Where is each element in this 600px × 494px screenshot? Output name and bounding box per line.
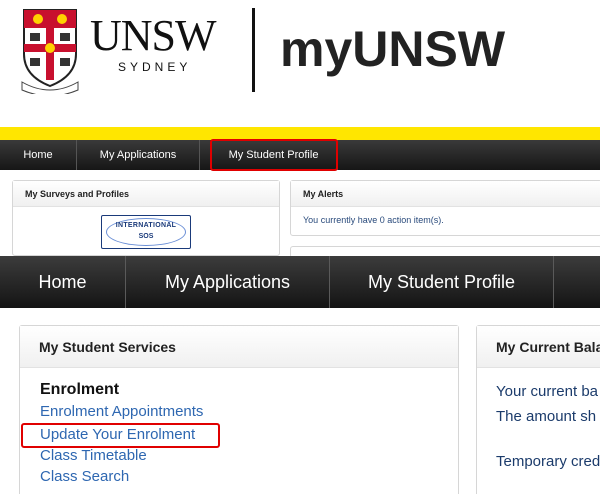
class-timetable-link[interactable]: Class Timetable bbox=[40, 447, 147, 464]
main-nav-bar: Home My Applications My Student Profile bbox=[0, 256, 600, 308]
alerts-panel: My Alerts You currently have 0 action it… bbox=[290, 180, 600, 236]
site-title: myUNSW bbox=[280, 21, 506, 77]
sos-logo-line1: INTERNATIONAL bbox=[115, 222, 177, 229]
balance-line-temporary-credit: Temporary cred bbox=[496, 453, 600, 470]
main-nav-my-applications[interactable]: My Applications bbox=[126, 256, 330, 308]
balance-line-amount: The amount sh bbox=[496, 408, 597, 425]
international-sos-logo[interactable]: INTERNATIONAL SOS bbox=[101, 215, 191, 249]
top-nav-home[interactable]: Home bbox=[0, 140, 77, 170]
balance-line-current: Your current ba bbox=[496, 383, 599, 400]
main-nav-my-student-profile-label: My Student Profile bbox=[367, 272, 516, 292]
class-search-link[interactable]: Class Search bbox=[40, 468, 129, 485]
myunsw-screenshot: UNSW SYDNEY myUNSW Home My Applications … bbox=[0, 0, 600, 494]
surveys-profiles-panel: My Surveys and Profiles INTERNATIONAL SO… bbox=[12, 180, 280, 256]
student-services-title: My Student Services bbox=[20, 326, 458, 368]
highlight-box-top-profile bbox=[210, 139, 338, 171]
top-nav-my-applications-label: My Applications bbox=[99, 149, 177, 161]
alerts-title: My Alerts bbox=[291, 181, 600, 207]
sos-logo-line2: SOS bbox=[138, 233, 154, 240]
top-nav-my-applications[interactable]: My Applications bbox=[77, 140, 200, 170]
header-divider bbox=[252, 8, 255, 92]
enrolment-heading: Enrolment bbox=[40, 381, 120, 398]
surveys-profiles-title: My Surveys and Profiles bbox=[13, 181, 279, 207]
unsw-wordmark: UNSW bbox=[90, 11, 217, 60]
main-nav-home[interactable]: Home bbox=[0, 256, 126, 308]
unsw-crest-icon bbox=[21, 9, 79, 94]
alerts-text: You currently have 0 action item(s). bbox=[303, 215, 444, 225]
highlight-box-update-enrolment bbox=[21, 423, 220, 448]
site-header: UNSW SYDNEY myUNSW bbox=[0, 0, 600, 126]
unsw-sydney-text: SYDNEY bbox=[118, 60, 192, 74]
current-balance-title: My Current Bala bbox=[477, 326, 600, 368]
main-nav-my-applications-label: My Applications bbox=[164, 272, 291, 292]
top-nav-home-label: Home bbox=[23, 149, 53, 161]
enrolment-appointments-link[interactable]: Enrolment Appointments bbox=[40, 403, 203, 420]
main-nav-my-student-profile[interactable]: My Student Profile bbox=[330, 256, 554, 308]
main-nav-home-label: Home bbox=[38, 272, 87, 292]
